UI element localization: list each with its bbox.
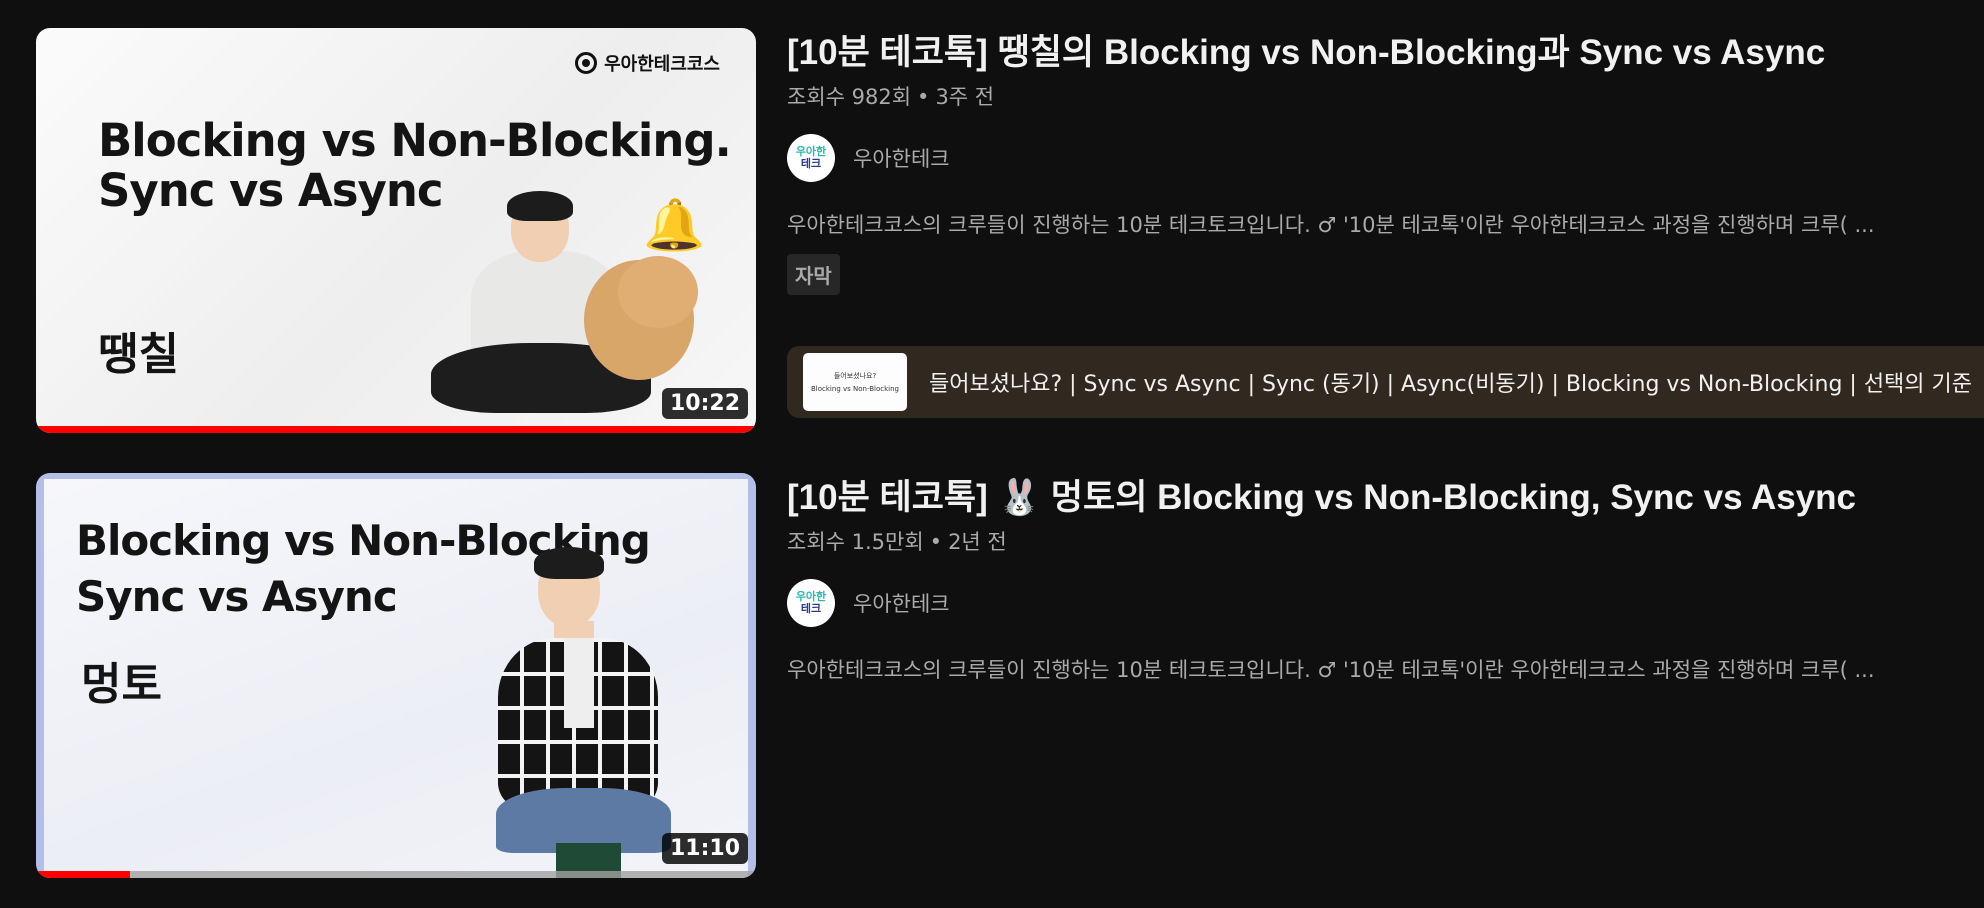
subtitles-badge: 자막	[787, 254, 840, 295]
channel-watermark: 우아한테크코스	[575, 50, 720, 76]
channel-avatar[interactable]: 우아한 테크	[787, 579, 835, 627]
brand-label: 우아한테크코스	[604, 54, 720, 75]
chapters-strip[interactable]: 들어보셨나요? Blocking vs Non-Blocking 들어보셨나요?…	[787, 346, 1984, 418]
thumbnail-speaker-name: 땡칠	[98, 329, 179, 380]
video-thumbnail[interactable]: Blocking vs Non-Blocking Sync vs Async 멍…	[36, 473, 756, 878]
thumbnail-speaker-name: 멍토	[81, 659, 162, 710]
duration-badge: 10:22	[661, 388, 748, 419]
separator-dot: •	[929, 530, 943, 554]
chapter-thumbnail[interactable]: 들어보셨나요? Blocking vs Non-Blocking	[803, 353, 907, 411]
separator-dot: •	[917, 85, 930, 109]
plush-bear-head	[618, 256, 698, 328]
channel-avatar[interactable]: 우아한 테크	[787, 134, 835, 182]
watch-progress-fill	[36, 426, 756, 433]
video-title[interactable]: [10분 테코톡] 🐰 멍토의 Blocking vs Non-Blocking…	[787, 473, 1977, 523]
upload-age: 2년 전	[948, 530, 1007, 554]
video-title[interactable]: [10분 테코톡] 땡칠의 Blocking vs Non-Blocking과 …	[787, 28, 1977, 78]
chapter-list-text[interactable]: 들어보셨나요? | Sync vs Async | Sync (동기) | As…	[929, 366, 1972, 398]
watch-progress-bar	[36, 426, 756, 433]
view-count: 조회수 1.5만회	[787, 530, 924, 554]
video-metadata: 조회수 1.5만회 • 2년 전	[787, 527, 1977, 557]
chapter-thumb-subtext: Blocking vs Non-Blocking	[811, 385, 899, 393]
presenter-figure	[476, 543, 706, 878]
video-info: [10분 테코톡] 🐰 멍토의 Blocking vs Non-Blocking…	[787, 473, 1977, 685]
watch-progress-bar	[36, 871, 756, 878]
upload-age: 3주 전	[935, 85, 995, 109]
video-thumbnail[interactable]: 우아한테크코스 Blocking vs Non-Blocking. Sync v…	[36, 28, 756, 433]
view-count: 조회수 982회	[787, 85, 912, 109]
channel-name[interactable]: 우아한테크	[853, 588, 950, 618]
video-info: [10분 테코톡] 땡칠의 Blocking vs Non-Blocking과 …	[787, 28, 1977, 295]
christmas-bell-icon: 🔔	[643, 196, 706, 254]
video-description: 우아한테크코스의 크루들이 진행하는 10분 테크토크입니다. ♂ '10분 테…	[787, 213, 1875, 237]
avatar-text-bottom: 테크	[800, 157, 822, 170]
channel-row[interactable]: 우아한 테크 우아한테크	[787, 134, 1977, 182]
video-metadata: 조회수 982회 • 3주 전	[787, 82, 1977, 112]
brand-logo-icon	[575, 52, 598, 74]
channel-row[interactable]: 우아한 테크 우아한테크	[787, 579, 1977, 627]
video-description: 우아한테크코스의 크루들이 진행하는 10분 테크토크입니다. ♂ '10분 테…	[787, 658, 1875, 682]
chapter-thumb-text: 들어보셨나요?	[833, 372, 877, 380]
duration-badge: 11:10	[661, 833, 748, 864]
watch-progress-fill	[36, 871, 130, 878]
avatar-text-bottom: 테크	[800, 602, 822, 615]
channel-name[interactable]: 우아한테크	[853, 143, 950, 173]
